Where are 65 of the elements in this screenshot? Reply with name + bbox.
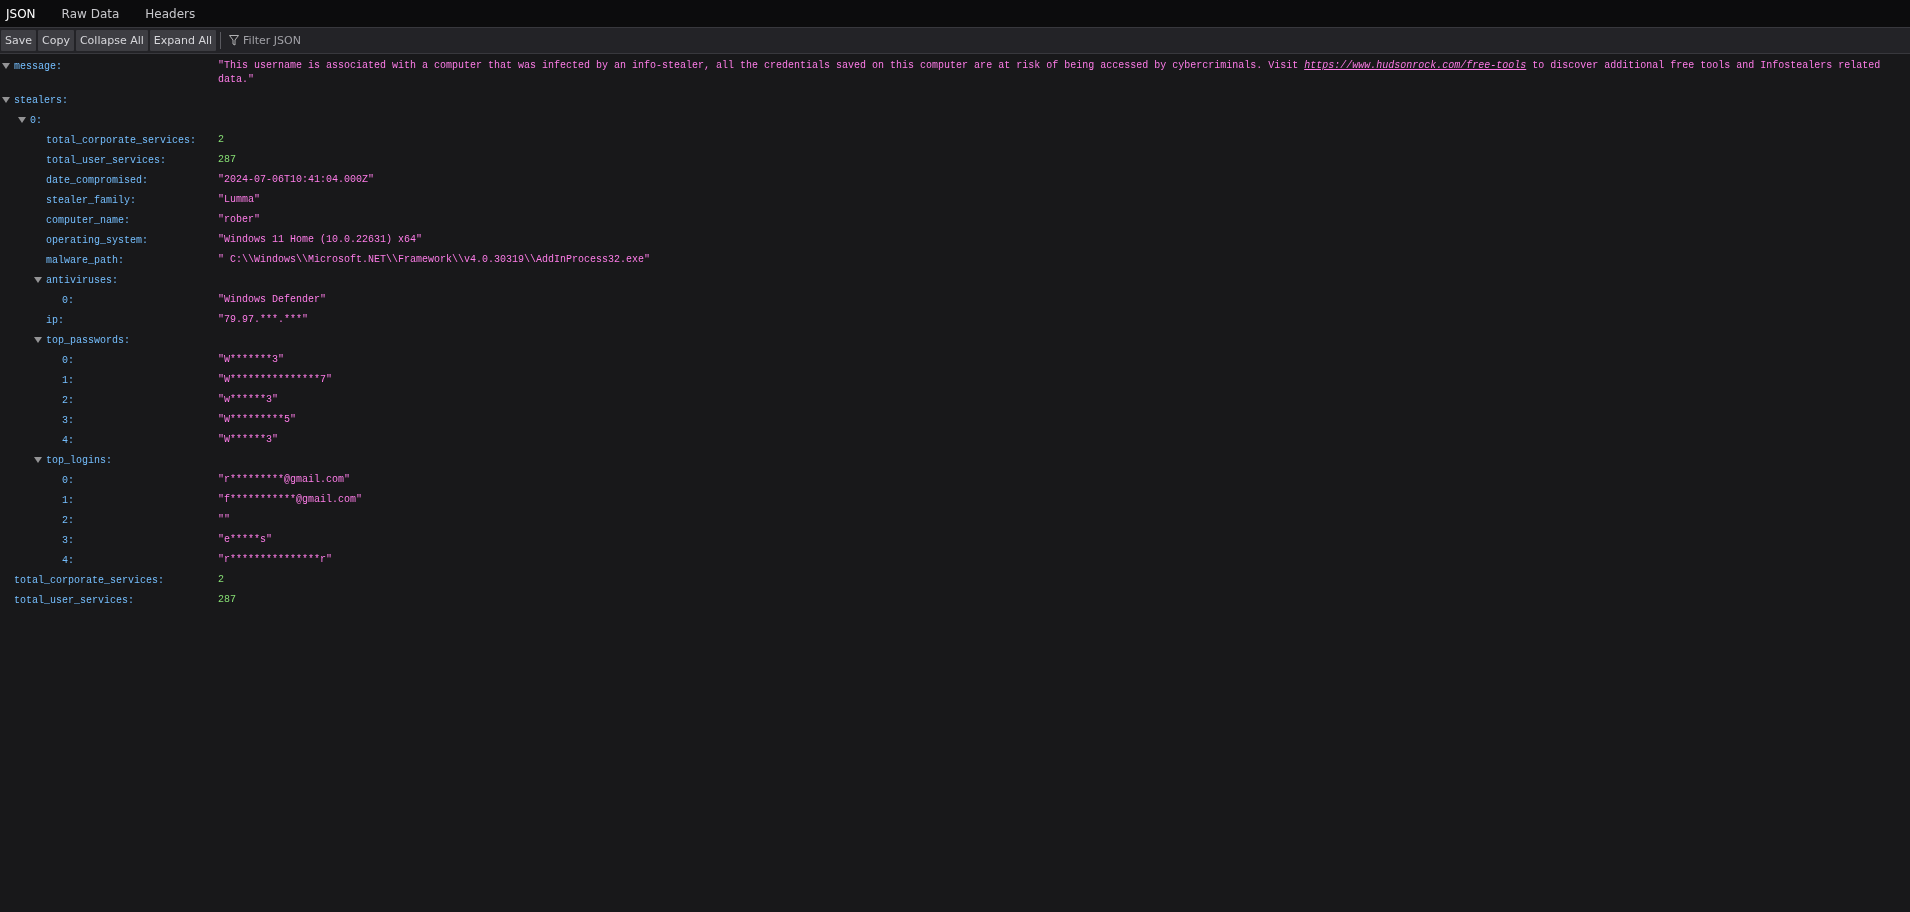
json-string-value: "W*******3" [218, 353, 284, 367]
json-string-value: "This username is associated with a computer that was infected by an info-stealer, all the credentials saved on this computer are at risk of being accessed by cybercriminals. Visit https://www.hudsonrock.com/free-tools to discover additional free tools and Infostealers related data." [218, 59, 1882, 87]
json-number-value: 287 [218, 594, 236, 605]
json-number-value: 287 [218, 154, 236, 165]
json-string-value: "W***************7" [218, 373, 333, 387]
json-string-value: "r***************r" [218, 553, 333, 567]
json-key: 4: [62, 434, 74, 446]
filter-icon [229, 35, 240, 46]
expand-toggle-icon[interactable] [2, 97, 10, 103]
json-string-value: "f***********@gmail.com" [218, 493, 363, 507]
toolbar-button[interactable]: Copy [38, 30, 74, 51]
toolbar-button[interactable]: Collapse All [75, 30, 148, 51]
json-key: 1: [62, 374, 74, 386]
json-string-value: "2024-07-06T10:41:04.000Z" [218, 173, 375, 187]
json-number-value: 2 [218, 574, 224, 585]
json-string-value: "e*****s" [218, 533, 272, 547]
json-key: total_user_services: [14, 594, 135, 606]
json-string-value: "" [218, 513, 230, 527]
json-key: message: [14, 60, 62, 72]
json-key: total_user_services: [46, 154, 167, 166]
json-key: computer_name: [46, 214, 130, 226]
json-key: date_compromised: [46, 174, 149, 186]
json-key: 0: [30, 114, 42, 126]
expand-toggle-icon[interactable] [18, 117, 26, 123]
filter-field[interactable]: Filter JSON [243, 34, 444, 47]
json-key: 0: [62, 474, 74, 486]
json-string-value: "W******3" [218, 433, 278, 447]
tab[interactable]: Headers [141, 0, 208, 27]
json-string-value: " C:\\Windows\\Microsoft.NET\\Framework\\v4.0.30319\\AddInProcess32.exe" [218, 253, 651, 267]
json-key: malware_path: [46, 254, 124, 266]
expand-toggle-icon[interactable] [34, 457, 42, 463]
json-key: 2: [62, 514, 74, 526]
json-key: 3: [62, 534, 74, 546]
json-key: top_passwords: [46, 334, 130, 346]
toolbar-button[interactable]: Expand All [149, 30, 217, 51]
tab[interactable]: Raw Data [57, 0, 132, 27]
json-key: total_corporate_services: [14, 574, 165, 586]
url-link[interactable]: https://www.hudsonrock.com/free-tools [1304, 60, 1527, 71]
json-key: 3: [62, 414, 74, 426]
expand-toggle-icon[interactable] [2, 63, 10, 69]
json-key: stealers: [14, 94, 68, 106]
json-string-value: "w******3" [218, 393, 278, 407]
json-number-value: 2 [218, 134, 224, 145]
json-key: 1: [62, 494, 74, 506]
json-key: antiviruses: [46, 274, 118, 286]
json-string-value: "Lumma" [218, 193, 260, 207]
json-string-value: "Windows Defender" [218, 293, 327, 307]
json-key: top_logins: [46, 454, 112, 466]
toolbar-button[interactable]: Save [1, 30, 36, 51]
json-key: total_corporate_services: [46, 134, 197, 146]
json-string-value: "79.97.***.***" [218, 313, 308, 327]
json-key: operating_system: [46, 234, 149, 246]
json-key: 0: [62, 354, 74, 366]
tab[interactable]: JSON [2, 0, 48, 27]
json-key: 0: [62, 294, 74, 306]
json-key: 4: [62, 554, 74, 566]
json-string-value: "rober" [218, 213, 260, 227]
json-key: 2: [62, 394, 74, 406]
json-string-value: "r*********@gmail.com" [218, 473, 351, 487]
json-key: ip: [46, 314, 64, 326]
json-string-value: "W*********5" [218, 413, 296, 427]
expand-toggle-icon[interactable] [34, 277, 42, 283]
json-key: stealer_family: [46, 194, 136, 206]
json-string-value: "Windows 11 Home (10.0.22631) x64" [218, 233, 423, 247]
expand-toggle-icon[interactable] [34, 337, 42, 343]
